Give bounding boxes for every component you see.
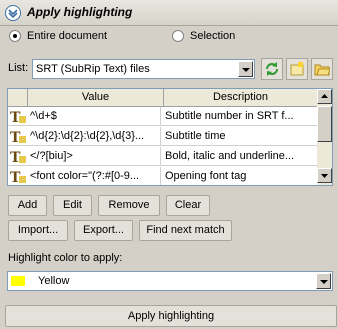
- highlight-rules-table[interactable]: Value Description T ^\d+$ Subtitle numbe…: [7, 88, 333, 186]
- radio-unselected-icon: [172, 30, 184, 42]
- edit-button[interactable]: Edit: [53, 195, 92, 216]
- list-label: List:: [8, 62, 29, 74]
- list-select[interactable]: SRT (SubRip Text) files: [32, 59, 255, 79]
- clear-button[interactable]: Clear: [166, 195, 210, 216]
- open-folder-button[interactable]: [311, 58, 333, 80]
- refresh-icon: [266, 62, 278, 76]
- refresh-button[interactable]: [261, 58, 283, 80]
- radio-selected-icon: [9, 30, 21, 42]
- panel-header[interactable]: Apply highlighting: [0, 0, 338, 26]
- column-header-value[interactable]: Value: [28, 89, 164, 107]
- highlight-color-select[interactable]: Yellow: [7, 271, 333, 291]
- regex-text-icon: T: [10, 170, 26, 184]
- highlight-color-label: Highlight color to apply:: [8, 252, 123, 264]
- add-button[interactable]: Add: [8, 195, 47, 216]
- list-selected-value: SRT (SubRip Text) files: [36, 63, 150, 75]
- cell-description: Opening font tag: [165, 170, 247, 182]
- regex-text-icon: T: [10, 150, 26, 164]
- scroll-down-icon[interactable]: [317, 168, 332, 183]
- import-button[interactable]: Import...: [8, 220, 68, 241]
- chevron-down-icon[interactable]: [238, 61, 253, 77]
- collapse-icon[interactable]: [5, 5, 21, 21]
- cell-value: </?[biu]>: [30, 147, 161, 166]
- remove-button[interactable]: Remove: [98, 195, 160, 216]
- icon-column-header: [8, 89, 28, 107]
- table-row[interactable]: T ^\d+$ Subtitle number in SRT f...: [8, 107, 318, 126]
- scroll-up-icon[interactable]: [317, 89, 332, 104]
- table-row[interactable]: T <font color="(?:#[0-9... Opening font …: [8, 167, 318, 185]
- open-folder-icon: [314, 64, 330, 76]
- cell-value: ^\d{2}:\d{2}:\d{2},\d{3}...: [30, 127, 161, 146]
- regex-text-icon: T: [10, 130, 26, 144]
- panel-title: Apply highlighting: [27, 5, 133, 19]
- regex-text-icon: T: [10, 110, 26, 124]
- export-button[interactable]: Export...: [74, 220, 133, 241]
- cell-description: Subtitle number in SRT f...: [165, 110, 294, 122]
- table-header: Value Description: [8, 89, 318, 107]
- cell-value: ^\d+$: [30, 107, 161, 126]
- new-list-icon: [290, 62, 304, 76]
- table-row[interactable]: T </?[biu]> Bold, italic and underline..…: [8, 147, 318, 166]
- scroll-thumb[interactable]: [317, 106, 332, 142]
- radio-label: Entire document: [27, 30, 108, 42]
- apply-highlighting-panel: Apply highlighting Entire document Selec…: [0, 0, 338, 329]
- table-row[interactable]: T ^\d{2}:\d{2}:\d{2},\d{3}... Subtitle t…: [8, 127, 318, 146]
- chevron-down-icon[interactable]: [316, 273, 331, 289]
- cell-description: Subtitle time: [165, 130, 226, 142]
- cell-value: <font color="(?:#[0-9...: [30, 167, 161, 185]
- cell-description: Bold, italic and underline...: [165, 150, 295, 162]
- highlight-color-value: Yellow: [38, 275, 70, 287]
- color-swatch: [11, 276, 25, 286]
- find-next-match-button[interactable]: Find next match: [139, 220, 232, 241]
- column-header-description[interactable]: Description: [164, 89, 318, 107]
- new-list-button[interactable]: [286, 58, 308, 80]
- apply-highlighting-button[interactable]: Apply highlighting: [5, 305, 337, 327]
- radio-label: Selection: [190, 30, 236, 42]
- vertical-scrollbar[interactable]: [317, 89, 332, 185]
